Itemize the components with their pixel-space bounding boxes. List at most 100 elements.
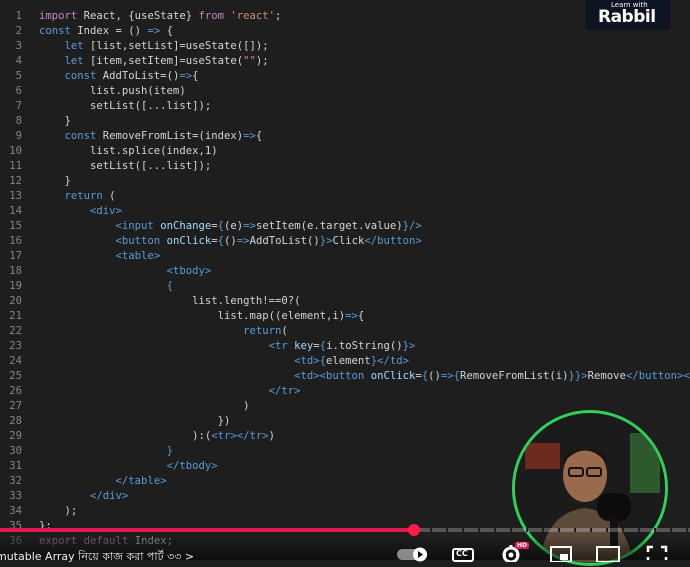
- line-number: 21: [9, 310, 22, 322]
- line-number: 26: [9, 385, 22, 397]
- line-number: 22: [9, 325, 22, 337]
- scrubber-handle[interactable]: [408, 524, 420, 536]
- hd-badge: HD: [515, 542, 530, 549]
- code-text: );: [39, 505, 78, 517]
- chapter-gap: [526, 528, 528, 532]
- line-number: 9: [15, 130, 22, 142]
- code-text: <tbody>: [166, 265, 212, 277]
- logo-big-text: Rabbil: [598, 7, 656, 27]
- code-line: 26 </tr>: [0, 384, 690, 399]
- code-text: }: [39, 175, 71, 187]
- line-number: 27: [9, 400, 22, 412]
- line-number: 29: [9, 430, 22, 442]
- line-number: 10: [9, 145, 22, 157]
- line-number: 3: [15, 40, 22, 52]
- code-text: setList([...list]);: [39, 100, 212, 112]
- video-title[interactable]: mutable Array নিয়ে কাজ করা পার্ট ৩৩ >: [0, 548, 194, 567]
- code-line: 16 <button onClick={()=>AddToList()}>Cli…: [0, 234, 690, 249]
- line-number: 7: [15, 100, 22, 112]
- line-number: 19: [9, 280, 22, 292]
- chapter-gap: [686, 528, 688, 532]
- line-number: 2: [15, 25, 22, 37]
- code-text: return (: [64, 190, 116, 202]
- line-number: 15: [9, 220, 22, 232]
- chapter-gap: [430, 528, 432, 532]
- code-line: 15 <input onChange={(e)=>setItem(e.targe…: [0, 219, 690, 234]
- line-number: 6: [15, 85, 22, 97]
- code-line: 13 return (: [0, 189, 690, 204]
- code-text: return(: [243, 325, 288, 337]
- code-text: </table>: [115, 475, 167, 487]
- code-text: <tr key={i.toString()}>: [268, 340, 416, 352]
- code-text: const AddToList=()=>{: [64, 70, 199, 82]
- code-line: 20 list.length!==0?(: [0, 294, 690, 309]
- code-line: 21 list.map((element,i)=>{: [0, 309, 690, 324]
- code-text: <div>: [90, 205, 122, 217]
- line-number: 5: [15, 70, 22, 82]
- code-line: 23 <tr key={i.toString()}>: [0, 339, 690, 354]
- code-line: 17 <table>: [0, 249, 690, 264]
- code-text: <button onClick={()=>AddToList()}>Click<…: [115, 235, 422, 247]
- code-line: 25 <td><button onClick={()=>{RemoveFromL…: [0, 369, 690, 384]
- code-line: 24 <td>{element}</td>: [0, 354, 690, 369]
- code-text: setList([...list]);: [39, 160, 212, 172]
- chapter-gap: [606, 528, 608, 532]
- line-number: 23: [9, 340, 22, 352]
- code-text: list.splice(index,1): [39, 145, 218, 157]
- chapter-gap: [494, 528, 496, 532]
- line-number: 13: [9, 190, 22, 202]
- chapter-gap: [590, 528, 592, 532]
- line-number: 32: [9, 475, 22, 487]
- code-text: let [item,setItem]=useState("");: [64, 55, 269, 67]
- code-text: ): [39, 400, 250, 412]
- line-number: 18: [9, 265, 22, 277]
- code-text: list.length!==0?(: [39, 295, 301, 307]
- code-text: {: [166, 280, 173, 292]
- chapter-gap: [462, 528, 464, 532]
- code-text: list.push(item): [39, 85, 186, 97]
- code-line: 22 return(: [0, 324, 690, 339]
- chapter-gap: [654, 528, 656, 532]
- progress-fill: [0, 528, 414, 532]
- chapter-gap: [446, 528, 448, 532]
- code-text: </tr>: [268, 385, 301, 397]
- line-number: 12: [9, 175, 22, 187]
- code-line: 18 <tbody>: [0, 264, 690, 279]
- video-progress-bar[interactable]: [0, 524, 690, 536]
- line-number: 33: [9, 490, 22, 502]
- line-number: 4: [15, 55, 22, 67]
- code-line: 6 list.push(item): [0, 84, 690, 99]
- code-line: 8 }: [0, 114, 690, 129]
- line-number: 14: [9, 205, 22, 217]
- code-text: }: [166, 445, 173, 457]
- code-text: <td>{element}</td>: [294, 355, 409, 367]
- code-text: ):(<tr></tr>): [39, 430, 276, 442]
- line-number: 8: [15, 115, 22, 127]
- code-line: 10 list.splice(index,1): [0, 144, 690, 159]
- code-line: 5 const AddToList=()=>{: [0, 69, 690, 84]
- code-line: 14 <div>: [0, 204, 690, 219]
- line-number: 24: [9, 355, 22, 367]
- line-number: 17: [9, 250, 22, 262]
- code-line: 7 setList([...list]);: [0, 99, 690, 114]
- code-text: let [list,setList]=useState([]);: [64, 40, 269, 52]
- chapter-gap: [638, 528, 640, 532]
- line-number: 30: [9, 445, 22, 457]
- fullscreen-icon[interactable]: [646, 545, 668, 560]
- line-number: 1: [15, 10, 22, 22]
- line-number: 25: [9, 370, 22, 382]
- chapter-gap: [558, 528, 560, 532]
- code-text: <table>: [115, 250, 161, 262]
- code-text: }: [39, 115, 71, 127]
- line-number: 11: [9, 160, 22, 172]
- code-text: const RemoveFromList=(index)=>{: [64, 130, 263, 142]
- code-text: </tbody>: [166, 460, 218, 472]
- chapter-gap: [510, 528, 512, 532]
- line-number: 16: [9, 235, 22, 247]
- line-number: 34: [9, 505, 22, 517]
- code-line: 12 }: [0, 174, 690, 189]
- captions-label: CC: [456, 549, 468, 558]
- code-line: 9 const RemoveFromList=(index)=>{: [0, 129, 690, 144]
- code-text: </div>: [90, 490, 129, 502]
- chapter-gap: [478, 528, 480, 532]
